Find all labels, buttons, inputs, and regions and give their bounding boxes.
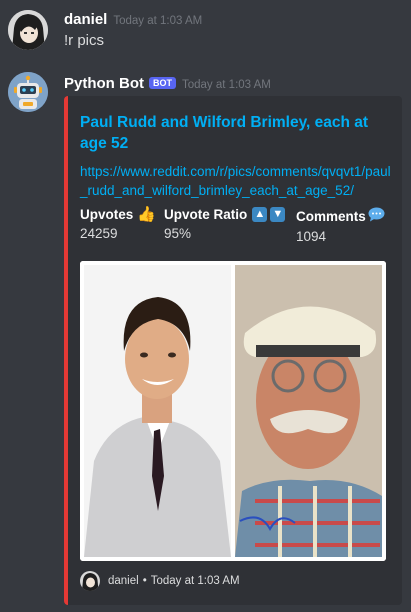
message-author[interactable]: daniel: [64, 11, 107, 28]
footer-author: daniel: [108, 575, 139, 587]
bot-badge: BOT: [149, 77, 176, 89]
embed-accent-bar: [64, 96, 68, 605]
message-user: daniel Today at 1:03 AM !r pics: [0, 0, 411, 60]
down-arrow-icon: ▼: [270, 207, 286, 222]
field-upvote-ratio: Upvote Ratio ▲ ▼ 95%: [164, 207, 286, 241]
embed-title[interactable]: Paul Rudd and Wilford Brimley, each at a…: [80, 112, 386, 154]
speech-balloon-icon: [368, 207, 385, 225]
field-upvotes: Upvotes 👍 24259: [80, 207, 156, 241]
thumbs-up-icon: 👍: [137, 206, 156, 223]
footer-separator: •: [142, 575, 147, 587]
embed-image[interactable]: [80, 261, 386, 561]
message-author[interactable]: Python Bot: [64, 75, 144, 92]
photo-image: [80, 261, 386, 561]
embed-footer: daniel • Today at 1:03 AM: [80, 571, 240, 591]
field-comments: Comments 1094: [296, 207, 385, 244]
user-avatar[interactable]: [8, 10, 48, 50]
field-name: Upvote Ratio: [164, 207, 248, 222]
robot-avatar-icon: [8, 72, 48, 112]
footer-timestamp: Today at 1:03 AM: [150, 575, 240, 587]
up-arrow-icon: ▲: [252, 207, 268, 222]
anime-avatar-icon: [8, 10, 48, 50]
message-timestamp: Today at 1:03 AM: [113, 15, 203, 27]
message-timestamp: Today at 1:03 AM: [182, 79, 271, 91]
field-name: Comments: [296, 208, 366, 224]
field-value: 1094: [296, 229, 327, 244]
reddit-embed: Paul Rudd and Wilford Brimley, each at a…: [64, 96, 402, 605]
field-value: 24259: [80, 226, 118, 241]
footer-avatar: [80, 571, 100, 591]
field-name: Upvotes: [80, 207, 134, 222]
field-value: 95%: [164, 226, 192, 241]
embed-url-link[interactable]: https://www.reddit.com/r/pics/comments/q…: [80, 162, 392, 200]
anime-avatar-icon: [80, 571, 100, 591]
message-content: !r pics: [64, 32, 105, 49]
bot-avatar[interactable]: [8, 72, 48, 112]
